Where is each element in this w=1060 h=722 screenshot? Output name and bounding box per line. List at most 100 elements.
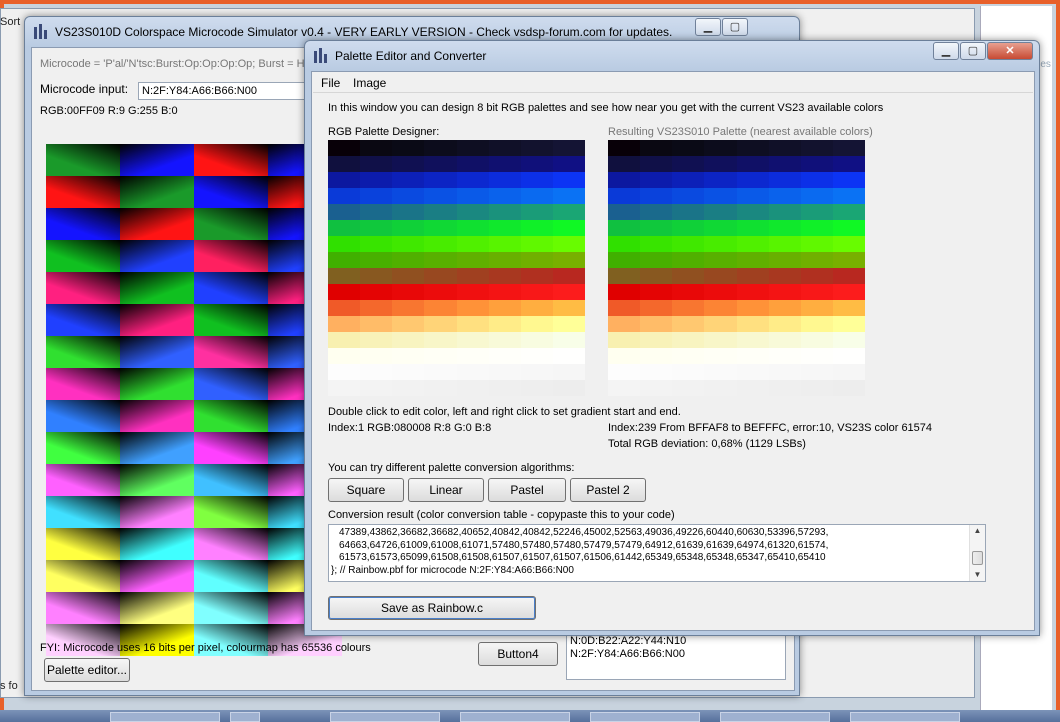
palette-swatch[interactable]	[640, 348, 673, 364]
palette-swatch[interactable]	[800, 156, 833, 172]
palette-swatch[interactable]	[360, 300, 393, 316]
palette-swatch[interactable]	[640, 380, 673, 396]
palette-swatch[interactable]	[736, 140, 769, 156]
palette-swatch[interactable]	[392, 172, 425, 188]
palette-swatch[interactable]	[704, 316, 737, 332]
palette-swatch[interactable]	[672, 380, 705, 396]
palette-swatch[interactable]	[736, 348, 769, 364]
palette-swatch[interactable]	[424, 220, 457, 236]
palette-swatch[interactable]	[800, 332, 833, 348]
algorithm-pastel-button[interactable]: Pastel	[488, 478, 566, 502]
palette-swatch[interactable]	[640, 188, 673, 204]
palette-swatch[interactable]	[704, 140, 737, 156]
palette-swatch[interactable]	[704, 300, 737, 316]
palette-swatch[interactable]	[424, 204, 457, 220]
palette-swatch[interactable]	[328, 300, 361, 316]
palette-swatch[interactable]	[328, 220, 361, 236]
palette-swatch[interactable]	[520, 300, 553, 316]
palette-swatch[interactable]	[800, 364, 833, 380]
palette-swatch[interactable]	[456, 236, 489, 252]
palette-swatch[interactable]	[608, 204, 641, 220]
palette-swatch[interactable]	[672, 156, 705, 172]
scroll-up-icon[interactable]: ▲	[970, 525, 985, 538]
palette-swatch[interactable]	[640, 284, 673, 300]
palette-swatch[interactable]	[768, 156, 801, 172]
palette-swatch[interactable]	[672, 172, 705, 188]
algorithm-pastel2-button[interactable]: Pastel 2	[570, 478, 646, 502]
palette-swatch[interactable]	[832, 300, 865, 316]
palette-swatch[interactable]	[768, 348, 801, 364]
palette-swatch[interactable]	[520, 284, 553, 300]
conversion-result-text[interactable]: 47389,43862,36682,36682,40652,40842,4084…	[328, 524, 986, 582]
palette-swatch[interactable]	[552, 252, 585, 268]
palette-swatch[interactable]	[608, 284, 641, 300]
palette-swatch[interactable]	[328, 268, 361, 284]
palette-swatch[interactable]	[424, 172, 457, 188]
palette-swatch[interactable]	[360, 220, 393, 236]
palette-swatch[interactable]	[328, 316, 361, 332]
palette-swatch[interactable]	[328, 188, 361, 204]
palette-swatch[interactable]	[488, 236, 521, 252]
palette-swatch[interactable]	[800, 140, 833, 156]
palette-swatch[interactable]	[456, 156, 489, 172]
palette-swatch[interactable]	[328, 156, 361, 172]
palette-swatch[interactable]	[520, 220, 553, 236]
palette-swatch[interactable]	[456, 188, 489, 204]
palette-swatch[interactable]	[392, 140, 425, 156]
palette-swatch[interactable]	[832, 204, 865, 220]
palette-swatch[interactable]	[552, 316, 585, 332]
palette-swatch[interactable]	[768, 268, 801, 284]
palette-swatch[interactable]	[552, 380, 585, 396]
maximize-icon[interactable]: ▢	[722, 18, 748, 36]
palette-swatch[interactable]	[768, 332, 801, 348]
palette-swatch[interactable]	[736, 268, 769, 284]
palette-swatch[interactable]	[456, 284, 489, 300]
palette-editor-titlebar[interactable]: Palette Editor and Converter ▁ ▢ ✕	[305, 41, 1039, 71]
palette-swatch[interactable]	[360, 252, 393, 268]
palette-swatch[interactable]	[800, 204, 833, 220]
palette-swatch[interactable]	[424, 140, 457, 156]
palette-swatch[interactable]	[456, 300, 489, 316]
button4[interactable]: Button4	[478, 642, 558, 666]
palette-swatch[interactable]	[424, 236, 457, 252]
palette-swatch[interactable]	[328, 284, 361, 300]
taskbar-item[interactable]	[460, 712, 570, 722]
palette-swatch[interactable]	[456, 380, 489, 396]
palette-swatch[interactable]	[488, 252, 521, 268]
palette-swatch[interactable]	[424, 268, 457, 284]
palette-swatch[interactable]	[672, 252, 705, 268]
palette-swatch[interactable]	[800, 220, 833, 236]
palette-swatch[interactable]	[800, 236, 833, 252]
palette-swatch[interactable]	[456, 140, 489, 156]
scroll-down-icon[interactable]: ▼	[970, 569, 985, 582]
palette-swatch[interactable]	[520, 348, 553, 364]
palette-swatch[interactable]	[488, 364, 521, 380]
palette-swatch[interactable]	[736, 172, 769, 188]
palette-swatch[interactable]	[552, 188, 585, 204]
palette-swatch[interactable]	[552, 156, 585, 172]
close-icon[interactable]: ✕	[987, 42, 1033, 60]
palette-swatch[interactable]	[672, 268, 705, 284]
palette-swatch[interactable]	[456, 204, 489, 220]
palette-swatch[interactable]	[832, 332, 865, 348]
palette-swatch[interactable]	[704, 364, 737, 380]
palette-swatch[interactable]	[672, 220, 705, 236]
palette-swatch[interactable]	[456, 220, 489, 236]
palette-swatch[interactable]	[608, 348, 641, 364]
palette-swatch[interactable]	[328, 252, 361, 268]
palette-swatch[interactable]	[328, 380, 361, 396]
palette-swatch[interactable]	[424, 188, 457, 204]
palette-swatch[interactable]	[552, 220, 585, 236]
palette-swatch[interactable]	[360, 380, 393, 396]
palette-swatch[interactable]	[672, 236, 705, 252]
microcode-input[interactable]: N:2F:Y84:A66:B66:N00	[138, 82, 308, 100]
taskbar-item[interactable]	[330, 712, 440, 722]
palette-swatch[interactable]	[392, 204, 425, 220]
palette-swatch[interactable]	[424, 332, 457, 348]
palette-swatch[interactable]	[392, 332, 425, 348]
palette-swatch[interactable]	[360, 364, 393, 380]
colorspace-preview[interactable]	[46, 144, 342, 656]
palette-swatch[interactable]	[768, 204, 801, 220]
palette-swatch[interactable]	[328, 204, 361, 220]
taskbar-item[interactable]	[110, 712, 220, 722]
